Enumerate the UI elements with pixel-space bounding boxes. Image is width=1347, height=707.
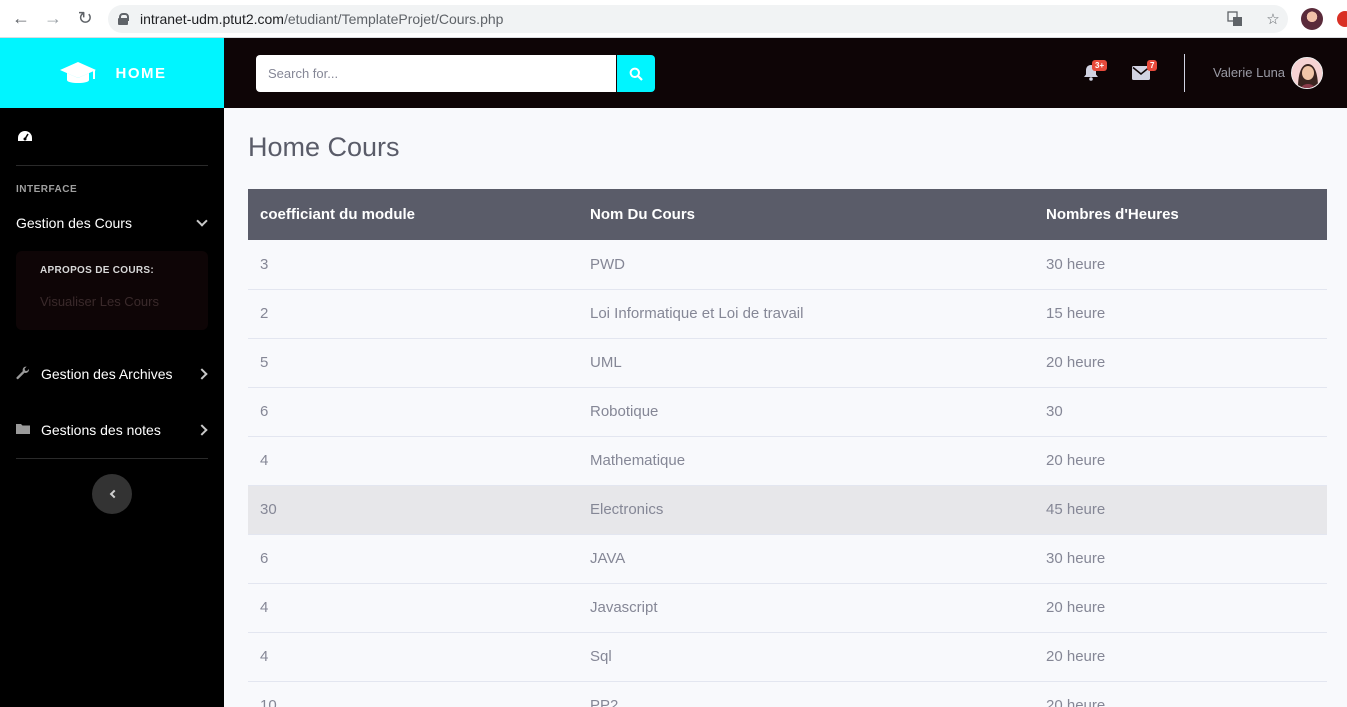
cell-coefficient: 6	[248, 387, 578, 437]
cell-heures: 20 heure	[1034, 338, 1327, 388]
wrench-icon	[16, 366, 32, 383]
user-name[interactable]: Valerie Luna	[1213, 65, 1285, 80]
collapse-menu: APROPOS DE COURS: Visualiser Les Cours	[16, 251, 208, 330]
sidebar: HOME INTERFACE Gestion des Cours APROPOS…	[0, 38, 224, 707]
reload-icon[interactable]: ↻	[74, 8, 96, 30]
tachometer-icon	[18, 130, 32, 141]
cell-coefficient: 6	[248, 534, 578, 584]
sidebar-item-label: Gestion des Archives	[41, 366, 173, 382]
table-header-heures: Nombres d'Heures	[1034, 189, 1327, 240]
lock-icon	[118, 13, 129, 25]
sidebar-item-gestions-notes[interactable]: Gestions des notes	[0, 402, 224, 458]
cell-coefficient: 4	[248, 436, 578, 486]
cell-heures: 30 heure	[1034, 534, 1327, 584]
avatar[interactable]	[1291, 57, 1323, 89]
sidebar-item-dashboard[interactable]	[0, 108, 224, 165]
table-row: 6 Robotique 30	[248, 387, 1327, 437]
table-header-nom: Nom Du Cours	[578, 189, 1034, 240]
table-row: 3 PWD 30 heure	[248, 240, 1327, 290]
alerts-badge: 3+	[1092, 60, 1108, 71]
cell-nom: Electronics	[578, 485, 1034, 535]
sidebar-item-gestion-archives[interactable]: Gestion des Archives	[0, 346, 224, 402]
address-bar[interactable]: intranet-udm.ptut2.com/etudiant/Template…	[108, 5, 1288, 33]
table-row: 4 Mathematique 20 heure	[248, 436, 1327, 486]
chevron-down-icon	[196, 215, 208, 227]
collapse-item-visualiser[interactable]: Visualiser Les Cours	[40, 294, 208, 309]
cell-coefficient: 30	[248, 485, 578, 535]
cell-heures: 45 heure	[1034, 485, 1327, 535]
cell-coefficient: 4	[248, 632, 578, 682]
cell-heures: 30	[1034, 387, 1327, 437]
messages-badge: 7	[1147, 60, 1158, 71]
graduation-cap-icon	[59, 62, 96, 83]
browser-toolbar: ← → ↻ intranet-udm.ptut2.com/etudiant/Te…	[0, 0, 1347, 38]
cell-nom: PP2	[578, 681, 1034, 707]
cell-nom: Loi Informatique et Loi de travail	[578, 289, 1034, 339]
table-row-hovered: 30 Electronics 45 heure	[248, 485, 1327, 535]
table-row: 4 Javascript 20 heure	[248, 583, 1327, 633]
search-icon	[629, 67, 643, 81]
topbar-divider	[1184, 54, 1185, 92]
brand-label: HOME	[115, 64, 167, 82]
bookmark-star-icon[interactable]: ☆	[1263, 9, 1283, 29]
sidebar-toggle-button[interactable]	[92, 474, 132, 514]
cell-nom: UML	[578, 338, 1034, 388]
chevron-right-icon	[196, 368, 208, 380]
sidebar-divider	[16, 458, 208, 459]
table-header-row: coefficiant du module Nom Du Cours Nombr…	[248, 189, 1327, 240]
browser-profile-avatar[interactable]	[1301, 8, 1323, 30]
cell-heures: 20 heure	[1034, 632, 1327, 682]
cell-heures: 20 heure	[1034, 436, 1327, 486]
back-arrow-icon[interactable]: ←	[10, 8, 32, 30]
sidebar-item-gestion-cours[interactable]: Gestion des Cours	[0, 195, 224, 251]
search-button[interactable]	[617, 55, 655, 92]
search-input[interactable]	[256, 55, 616, 92]
cell-coefficient: 5	[248, 338, 578, 388]
cell-heures: 30 heure	[1034, 240, 1327, 290]
cell-coefficient: 3	[248, 240, 578, 290]
sidebar-item-label: Gestions des notes	[41, 422, 161, 438]
chevron-right-icon	[196, 424, 208, 436]
table-row: 5 UML 20 heure	[248, 338, 1327, 388]
extension-icon[interactable]	[1337, 11, 1347, 27]
cell-nom: Sql	[578, 632, 1034, 682]
cell-nom: Mathematique	[578, 436, 1034, 486]
table-row: 4 Sql 20 heure	[248, 632, 1327, 682]
sidebar-heading: INTERFACE	[16, 184, 78, 195]
topbar: 3+ 7 Valerie Luna	[224, 38, 1347, 108]
main-content: Home Cours coefficiant du module Nom Du …	[224, 108, 1347, 707]
cell-heures: 20 heure	[1034, 583, 1327, 633]
translate-icon[interactable]	[1225, 9, 1245, 29]
sidebar-item-label: Gestion des Cours	[16, 215, 132, 231]
table-header-coefficient: coefficiant du module	[248, 189, 578, 240]
cell-coefficient: 4	[248, 583, 578, 633]
cell-coefficient: 10	[248, 681, 578, 707]
table-row: 2 Loi Informatique et Loi de travail 15 …	[248, 289, 1327, 339]
folder-icon	[16, 423, 32, 438]
cell-nom: Javascript	[578, 583, 1034, 633]
table-row: 6 JAVA 30 heure	[248, 534, 1327, 584]
url-text: intranet-udm.ptut2.com/etudiant/Template…	[140, 11, 504, 27]
chevron-left-icon	[109, 489, 118, 499]
table-row: 10 PP2 20 heure	[248, 681, 1327, 707]
cell-heures: 20 heure	[1034, 681, 1327, 707]
cell-coefficient: 2	[248, 289, 578, 339]
cell-nom: JAVA	[578, 534, 1034, 584]
sidebar-brand[interactable]: HOME	[0, 38, 224, 108]
cell-nom: PWD	[578, 240, 1034, 290]
forward-arrow-icon[interactable]: →	[42, 8, 64, 30]
cell-nom: Robotique	[578, 387, 1034, 437]
collapse-header: APROPOS DE COURS:	[40, 265, 155, 276]
courses-table: coefficiant du module Nom Du Cours Nombr…	[248, 189, 1327, 707]
page-title: Home Cours	[248, 132, 400, 162]
cell-heures: 15 heure	[1034, 289, 1327, 339]
